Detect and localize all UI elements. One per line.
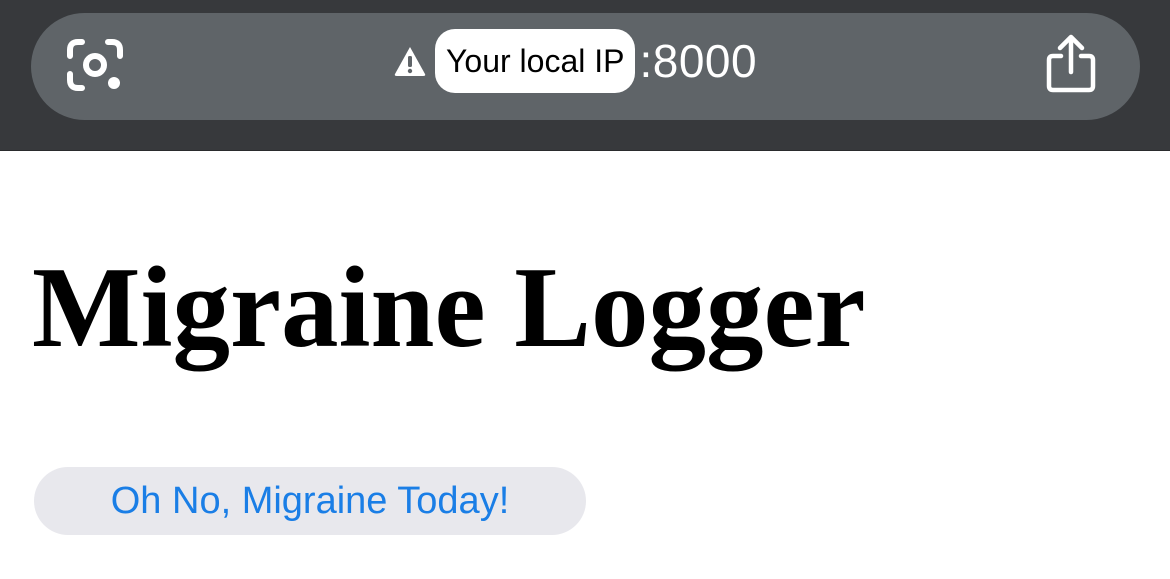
camera-lens-icon	[66, 36, 124, 98]
address-highlight: Your local IP	[435, 29, 636, 93]
warning-icon	[393, 44, 427, 78]
share-button[interactable]	[1036, 30, 1106, 102]
page-title: Migraine Logger	[32, 244, 866, 371]
share-icon	[1045, 34, 1097, 98]
migraine-today-button[interactable]: Oh No, Migraine Today!	[34, 467, 586, 535]
address-port: :8000	[639, 35, 758, 87]
camera-lens-button[interactable]	[60, 32, 130, 102]
address-display[interactable]: Your local IP :8000	[393, 28, 757, 94]
browser-toolbar: Your local IP :8000	[0, 0, 1170, 151]
